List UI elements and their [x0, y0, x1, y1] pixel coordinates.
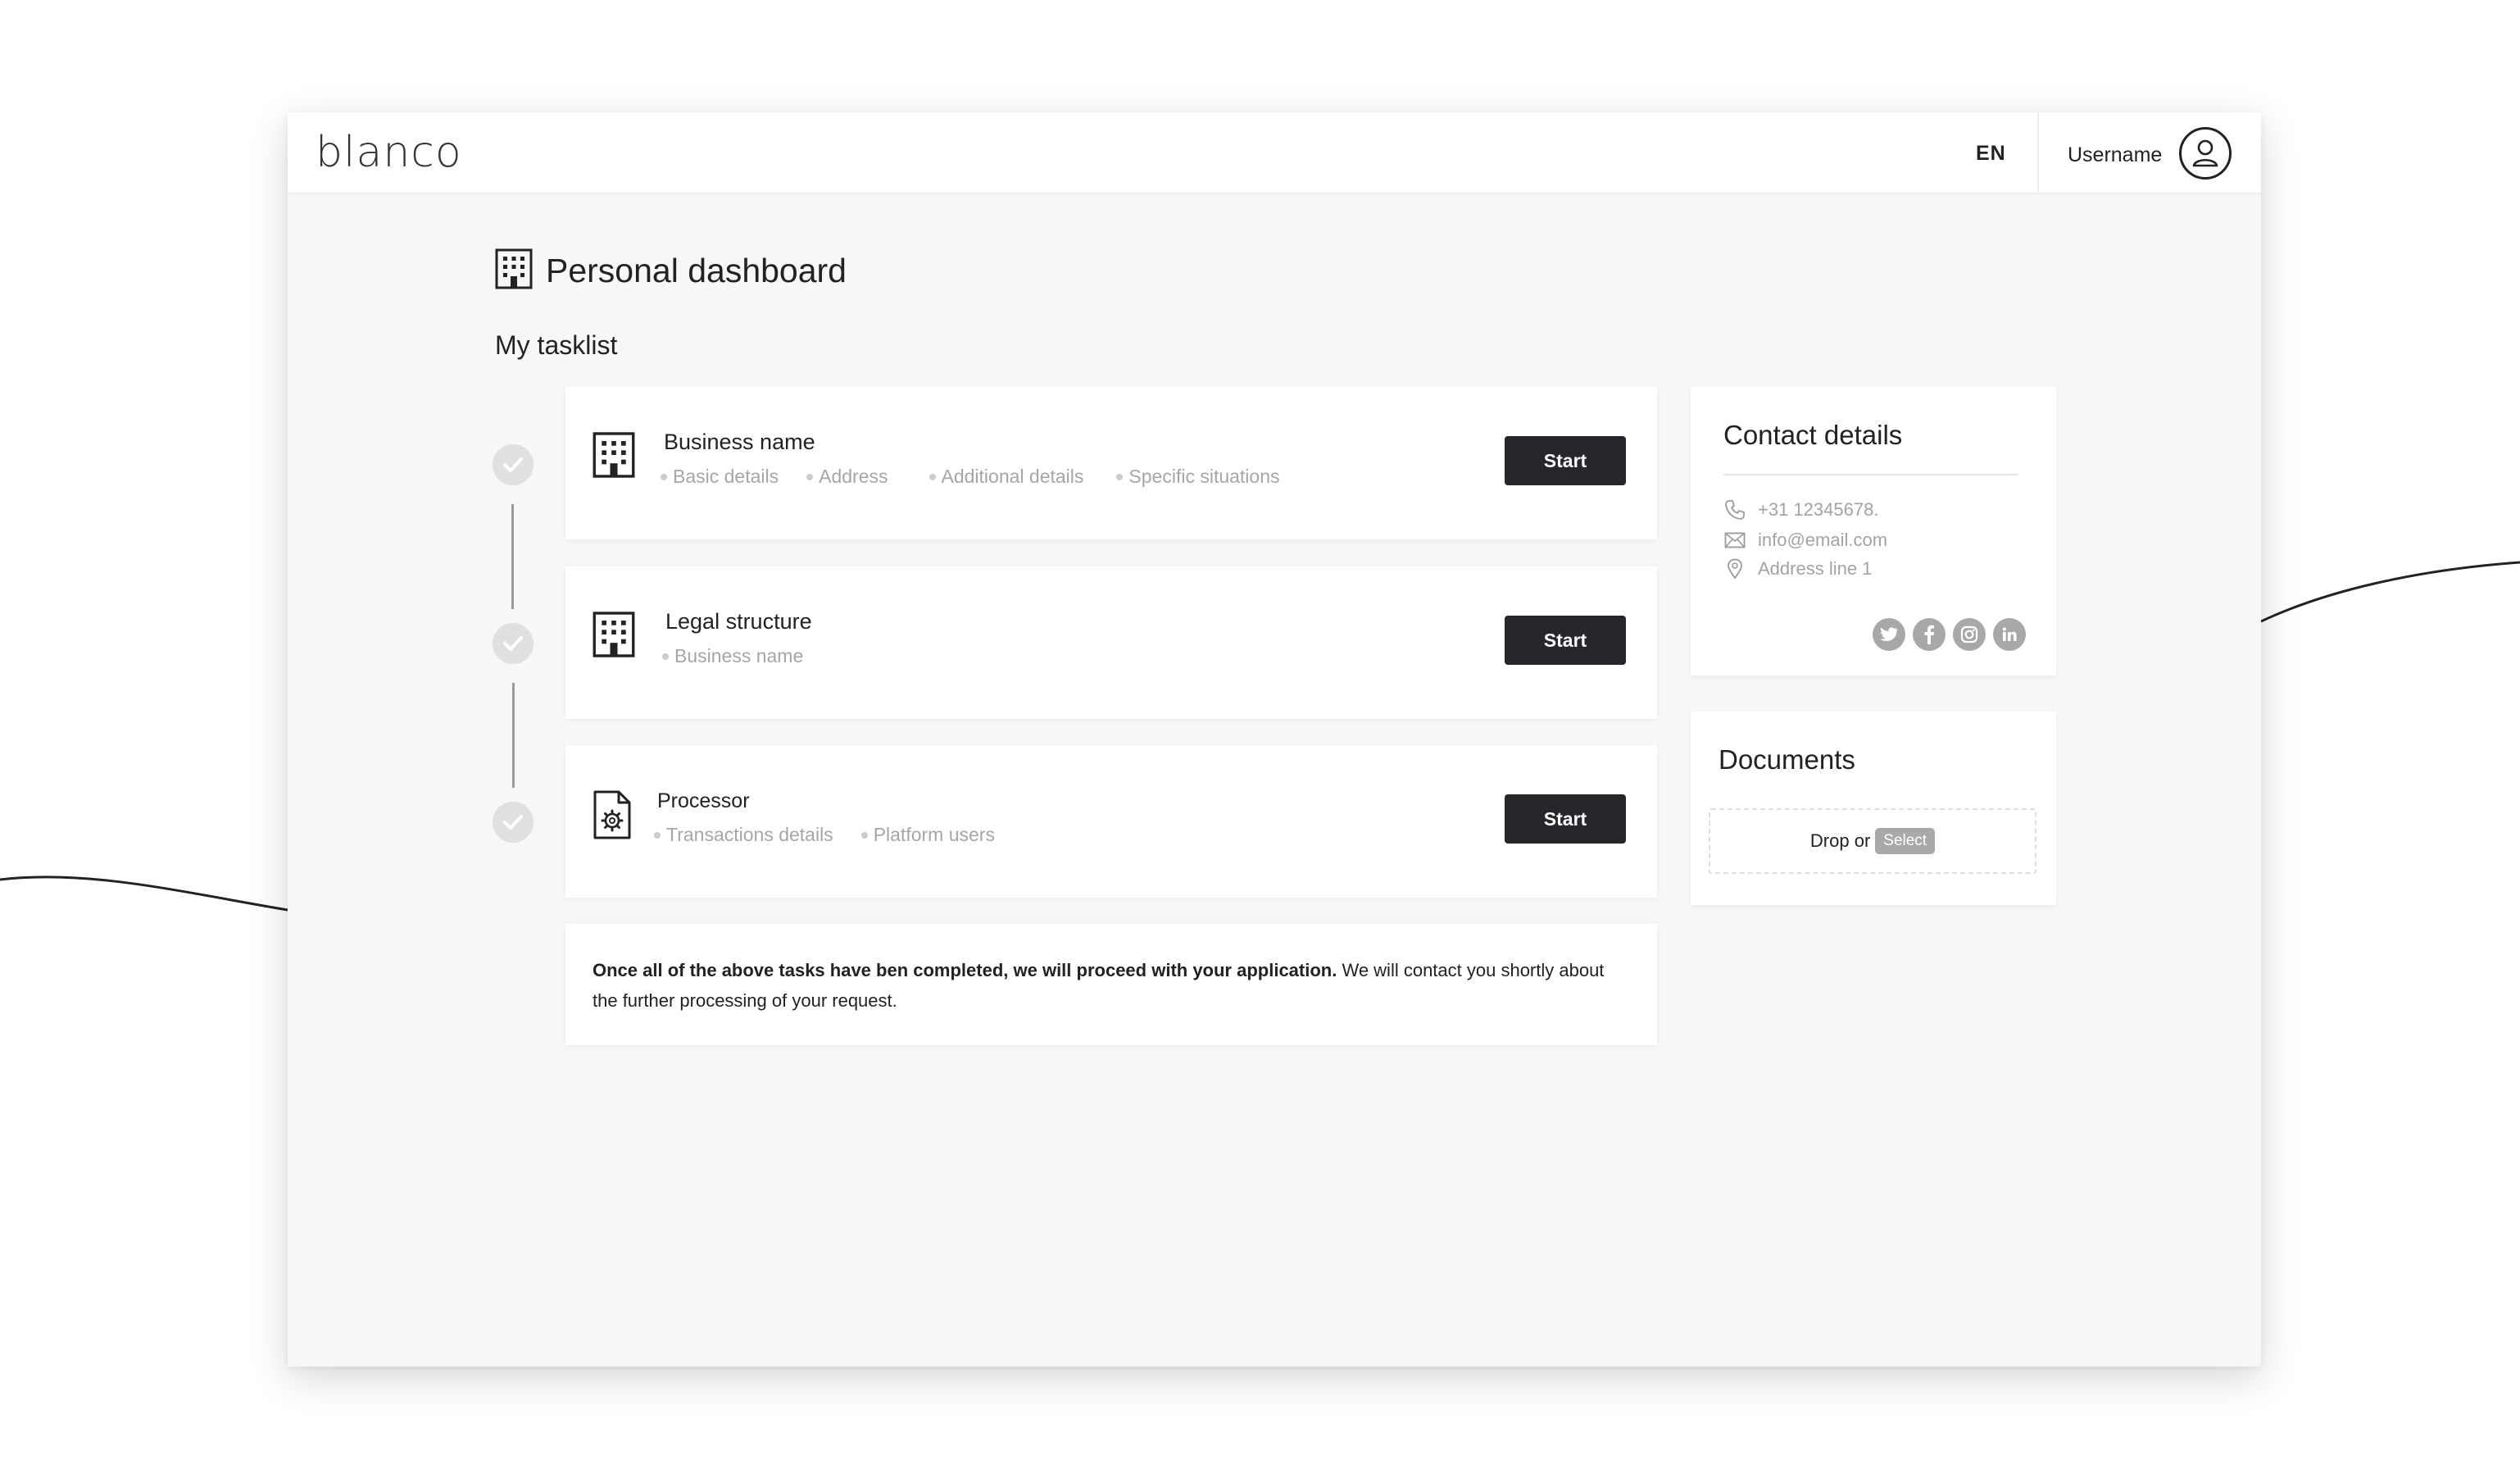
top-header: blanco EN Username: [288, 112, 2261, 194]
location-pin-icon: [1723, 557, 1746, 580]
note-bold: Once all of the above tasks have ben com…: [593, 960, 1337, 980]
completion-note-card: Once all of the above tasks have ben com…: [565, 924, 1657, 1045]
start-button[interactable]: Start: [1505, 794, 1626, 844]
username-label[interactable]: Username: [2068, 143, 2162, 167]
task-title: Legal structure: [665, 609, 812, 634]
documents-title: Documents: [1719, 744, 1855, 775]
step-connector-2: [512, 683, 515, 788]
subtask-item: Transactions details: [654, 824, 833, 846]
step-connector-1: [511, 504, 514, 609]
subtask-item: Platform users: [861, 824, 995, 846]
contact-phone-row[interactable]: +31 12345678.: [1723, 498, 1878, 522]
linkedin-icon[interactable]: [1993, 618, 2026, 651]
facebook-icon[interactable]: [1913, 618, 1946, 651]
social-links: [1873, 618, 2026, 651]
subtask-item: Business name: [662, 645, 803, 667]
page-title: Personal dashboard: [546, 252, 847, 289]
select-file-button[interactable]: Select: [1875, 828, 1936, 854]
task-subtasks: Business name: [662, 645, 831, 667]
contact-phone: +31 12345678.: [1758, 499, 1879, 520]
building-icon: [495, 248, 533, 289]
subtask-item: Additional details: [929, 466, 1084, 488]
contact-email: info@email.com: [1758, 530, 1888, 550]
building-icon: [593, 432, 635, 478]
language-switcher[interactable]: EN: [1976, 142, 2006, 166]
start-button[interactable]: Start: [1505, 436, 1626, 485]
tasklist-heading: My tasklist: [495, 330, 618, 360]
instagram-icon[interactable]: [1953, 618, 1986, 651]
check-icon: [503, 457, 523, 472]
app-window: blanco EN Username Personal dashboard My…: [288, 112, 2261, 1367]
contact-email-row[interactable]: info@email.com: [1723, 528, 1887, 553]
building-icon: [593, 612, 635, 657]
dropzone-label: Drop or: [1809, 830, 1871, 851]
completion-note: Once all of the above tasks have ben com…: [593, 955, 1633, 1016]
check-icon: [503, 636, 523, 651]
phone-icon: [1723, 498, 1746, 521]
start-button[interactable]: Start: [1505, 616, 1626, 665]
documents-card: Documents Drop or Select: [1691, 712, 2056, 905]
subtask-item: Address: [806, 466, 888, 488]
user-icon: [2192, 139, 2218, 167]
task-card-business-name[interactable]: Business name Basic details Address Addi…: [565, 387, 1657, 539]
header-divider: [2037, 112, 2039, 194]
check-icon: [503, 815, 523, 830]
step-complete-indicator-3: [493, 802, 534, 843]
task-card-processor[interactable]: Processor Transactions details Platform …: [565, 745, 1657, 898]
task-title: Processor: [657, 789, 750, 812]
contact-divider: [1723, 474, 2018, 475]
blanco-logo[interactable]: blanco: [316, 129, 471, 178]
contact-address-row: Address line 1: [1723, 557, 1872, 581]
file-dropzone[interactable]: Drop or Select: [1709, 808, 2036, 874]
twitter-icon[interactable]: [1873, 618, 1905, 651]
step-complete-indicator-2: [493, 623, 534, 664]
user-avatar[interactable]: [2179, 127, 2232, 180]
envelope-icon: [1723, 529, 1746, 552]
document-gear-icon: [593, 790, 631, 839]
task-card-legal-structure[interactable]: Legal structure Business name Start: [565, 566, 1657, 719]
step-complete-indicator-1: [493, 444, 534, 485]
subtask-item: Basic details: [661, 466, 779, 488]
task-subtasks: Transactions details Platform users: [654, 824, 1023, 846]
svg-text:blanco: blanco: [316, 129, 462, 177]
task-title: Business name: [664, 430, 815, 454]
contact-details-card: Contact details +31 12345678. info@email…: [1691, 387, 2056, 675]
subtask-item: Specific situations: [1116, 466, 1279, 488]
contact-address: Address line 1: [1758, 558, 1873, 579]
task-subtasks: Basic details Address Additional details…: [661, 466, 1308, 488]
contact-title: Contact details: [1723, 420, 1903, 450]
